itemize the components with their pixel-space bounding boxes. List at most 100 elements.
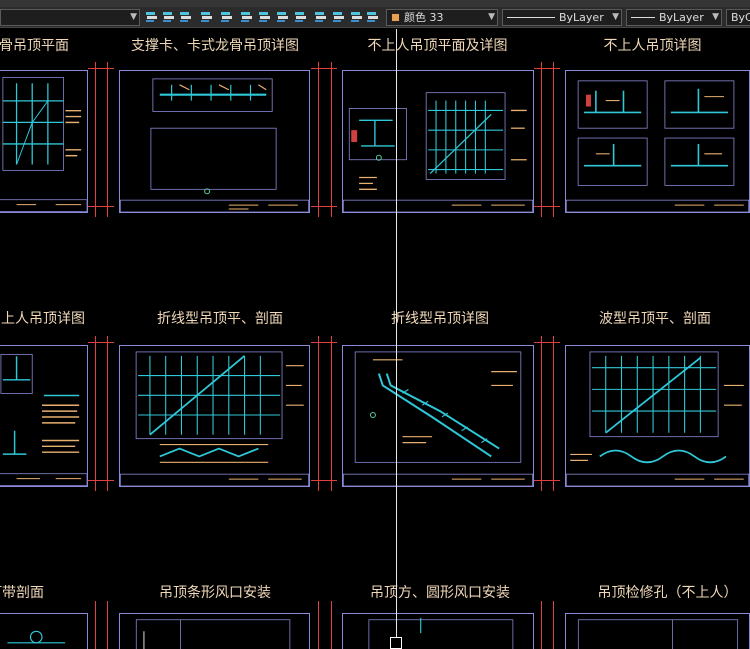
sheet-divider-mark: [311, 342, 337, 343]
sheet-divider-mark: [553, 62, 554, 217]
sheet-drawing: [120, 351, 309, 486]
sheet-divider-mark: [318, 601, 319, 649]
sheet-drawing: [135, 619, 291, 649]
sheet-divider-mark: [318, 336, 319, 491]
layer-unlock-icon[interactable]: [258, 10, 271, 24]
drawing-sheet[interactable]: [342, 345, 534, 487]
sheet-divider-mark: [553, 601, 554, 649]
linetype-preview-icon: [507, 17, 555, 18]
layer-lock-icon[interactable]: [240, 10, 253, 24]
sheet-divider-mark: [331, 601, 332, 649]
sheet-divider-mark: [541, 62, 542, 217]
sheet-divider-mark: [553, 336, 554, 491]
crosshair-cursor: [396, 29, 397, 649]
sheet-divider-mark: [107, 336, 108, 491]
sheet-divider-mark: [311, 480, 337, 481]
sheet-divider-mark: [541, 336, 542, 491]
drawing-sheet[interactable]: [119, 345, 310, 487]
sheet-drawing: [566, 351, 749, 486]
layer-dropdown[interactable]: ▼: [0, 9, 140, 26]
layer-freeze-icon[interactable]: [220, 10, 233, 24]
sheet-divider-mark: [95, 601, 96, 649]
sheet-divider-mark: [107, 62, 108, 217]
layer-delete-icon[interactable]: [294, 10, 307, 24]
sheet-divider-mark: [107, 601, 108, 649]
sheet-divider-mark: [534, 68, 560, 69]
sheet-divider-mark: [88, 68, 114, 69]
sheet-drawing: [7, 630, 66, 644]
sheet-divider-mark: [541, 601, 542, 649]
lineweight-preview-icon: [631, 17, 655, 18]
sheet-divider-mark: [331, 62, 332, 217]
drawing-sheet[interactable]: [119, 613, 310, 649]
sheet-title: 吊顶检修孔（不上人）: [597, 585, 738, 601]
pickbox-cursor-icon: [390, 637, 402, 649]
drawing-sheet[interactable]: [342, 70, 534, 213]
drawing-sheet[interactable]: [565, 70, 750, 213]
sheet-drawing: [566, 80, 749, 212]
toolbar-top-strip: [0, 0, 750, 7]
layer-state-icon[interactable]: [350, 10, 363, 24]
sheet-divider-mark: [95, 62, 96, 217]
sheet-title: 折线型吊顶详图: [391, 311, 489, 327]
plotstyle-value: ByC: [731, 11, 750, 24]
sheet-divider-mark: [311, 206, 337, 207]
properties-toolbar: ▼ 颜色 33 ▼ ByLayer ▼ ByLayer ▼ ByC: [0, 0, 750, 28]
drawing-sheet[interactable]: [565, 613, 750, 649]
layer-merge-icon[interactable]: [276, 10, 289, 24]
chevron-down-icon: ▼: [712, 12, 719, 22]
sheet-title: 折线型吊顶平、剖面: [157, 311, 283, 327]
layer-off-icon[interactable]: [200, 10, 213, 24]
color-dropdown[interactable]: 颜色 33 ▼: [386, 9, 498, 26]
sheet-drawing: [577, 619, 739, 649]
chevron-down-icon: ▼: [488, 12, 495, 22]
sheet-title: 吊顶条形风口安装: [159, 585, 271, 601]
sheet-title: 波型吊顶平、剖面: [599, 311, 711, 327]
drawing-canvas[interactable]: 骨吊顶平面 支撑卡、卡式龙骨吊顶详图 不上人吊顶平面及详图 不上人吊顶详图 上人…: [0, 29, 750, 649]
sheet-title: 灯带剖面: [0, 585, 44, 601]
layer-isolate-icon[interactable]: [179, 10, 192, 24]
sheet-divider-mark: [88, 206, 114, 207]
sheet-title: 支撑卡、卡式龙骨吊顶详图: [131, 38, 299, 54]
layer-walk-icon[interactable]: [314, 10, 327, 24]
sheet-drawing: [343, 92, 533, 212]
sheet-divider-mark: [95, 336, 96, 491]
lineweight-dropdown[interactable]: ByLayer ▼: [626, 9, 722, 26]
sheet-title: 吊顶方、圆形风口安装: [370, 585, 510, 601]
sheet-divider-mark: [311, 68, 337, 69]
drawing-sheet[interactable]: [119, 70, 310, 213]
sheet-divider-mark: [534, 206, 560, 207]
color-swatch-icon: [391, 13, 400, 22]
drawing-sheet[interactable]: [0, 613, 88, 649]
sheet-drawing: [343, 351, 533, 486]
linetype-value: ByLayer: [559, 11, 604, 24]
sheet-divider-mark: [318, 62, 319, 217]
sheet-drawing: [368, 617, 514, 649]
sheet-divider-mark: [534, 342, 560, 343]
drawing-sheet[interactable]: [0, 70, 88, 213]
sheet-drawing: [120, 78, 309, 212]
layer-previous-icon[interactable]: [162, 10, 175, 24]
sheet-divider-mark: [331, 336, 332, 491]
layer-match-icon[interactable]: [145, 10, 158, 24]
linetype-dropdown[interactable]: ByLayer ▼: [502, 9, 622, 26]
sheet-divider-mark: [88, 480, 114, 481]
layer-translate-icon[interactable]: [332, 10, 345, 24]
sheet-divider-mark: [534, 480, 560, 481]
chevron-down-icon: ▼: [130, 12, 137, 22]
drawing-sheet[interactable]: [565, 345, 750, 487]
sheet-divider-mark: [88, 342, 114, 343]
sheet-title: 不上人吊顶详图: [603, 38, 702, 54]
sheet-title: 骨吊顶平面: [0, 38, 69, 54]
sheet-title: 上人吊顶详图: [1, 311, 85, 327]
plotstyle-dropdown[interactable]: ByC: [726, 9, 750, 26]
sheet-title: 不上人吊顶平面及详图: [367, 38, 508, 54]
color-value: 颜色 33: [404, 11, 444, 24]
drawing-sheet[interactable]: [342, 613, 534, 649]
sheet-drawing: [0, 353, 87, 486]
layer-change-icon[interactable]: [366, 10, 379, 24]
drawing-sheet[interactable]: [0, 345, 88, 487]
chevron-down-icon: ▼: [612, 12, 619, 22]
lineweight-value: ByLayer: [659, 11, 704, 24]
sheet-drawing: [0, 77, 87, 212]
